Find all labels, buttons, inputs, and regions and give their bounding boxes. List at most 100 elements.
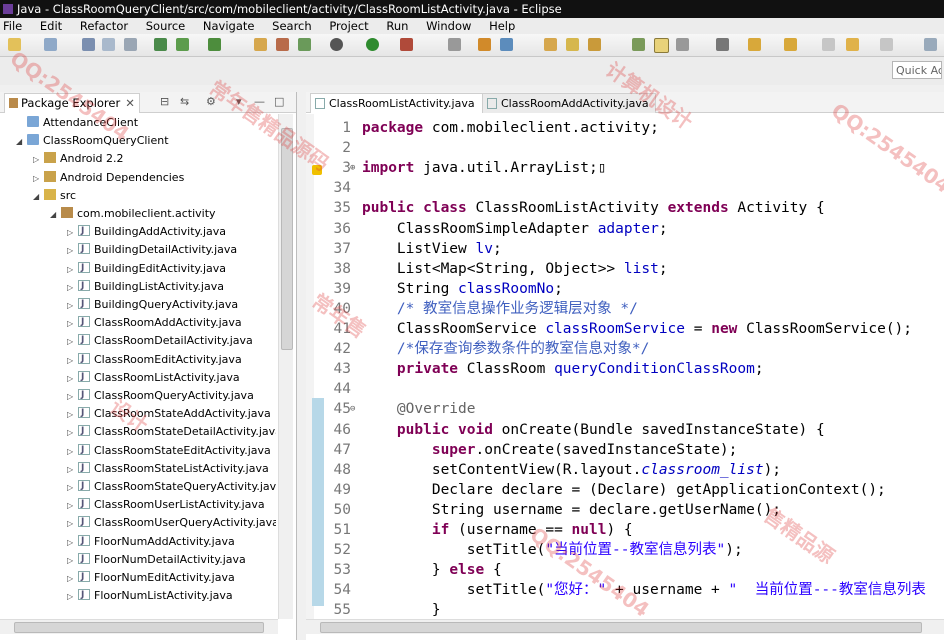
next-annotation-icon[interactable]	[748, 38, 761, 51]
collapsed-arrow-icon[interactable]: ▷	[67, 534, 78, 552]
tree-item[interactable]: ▷ ClassRoomEditActivity.java	[67, 350, 242, 370]
tree-item[interactable]: ▷ BuildingListActivity.java	[67, 277, 224, 297]
tree-vertical-scrollbar[interactable]	[278, 114, 293, 619]
tree-item[interactable]: ▷ ClassRoomAddActivity.java	[67, 313, 242, 333]
tree-item[interactable]: ▷ ClassRoomDetailActivity.java	[67, 331, 253, 350]
tree-item[interactable]: ▷ ClassRoomStateQueryActivity.java	[67, 477, 276, 496]
menu-project[interactable]: Project	[329, 19, 368, 33]
back-icon[interactable]	[822, 38, 835, 51]
tree-item[interactable]: ▷ FloorNumAddActivity.java	[67, 532, 235, 552]
block-selection-icon[interactable]	[716, 38, 729, 51]
tree-item[interactable]: ▷ BuildingQueryActivity.java	[67, 295, 238, 315]
warning-marker-icon[interactable]	[312, 165, 322, 175]
collapsed-arrow-icon[interactable]: ▷	[67, 497, 78, 515]
editor-horizontal-scrollbar[interactable]	[306, 619, 944, 634]
collapsed-arrow-icon[interactable]: ▷	[67, 352, 78, 370]
tree-item[interactable]: ▷ ClassRoomStateAddActivity.java	[67, 404, 271, 423]
collapsed-arrow-icon[interactable]: ▷	[67, 461, 78, 479]
open-project-icon[interactable]	[544, 38, 557, 51]
tree-item[interactable]: AttendanceClient	[16, 114, 138, 132]
fold-toggle-icon[interactable]: ⊖	[350, 399, 355, 419]
pen-icon[interactable]	[588, 38, 601, 51]
tree-item[interactable]: ▷ Android Dependencies	[33, 169, 184, 187]
menu-window[interactable]: Window	[426, 19, 471, 33]
scrollbar-thumb[interactable]	[320, 622, 922, 633]
tree-item[interactable]: ▷ BuildingDetailActivity.java	[67, 240, 237, 260]
tab-classroomlistactivity[interactable]: ClassRoomListActivity.java✕	[310, 93, 497, 113]
collapsed-arrow-icon[interactable]: ▷	[67, 388, 78, 406]
save-icon[interactable]	[82, 38, 95, 51]
run-external-icon[interactable]	[400, 38, 413, 51]
new-class-icon[interactable]	[298, 38, 311, 51]
previous-annotation-icon[interactable]	[784, 38, 797, 51]
open-type-icon[interactable]	[478, 38, 491, 51]
filter-icon[interactable]: ⚙	[206, 95, 216, 108]
tree-horizontal-scrollbar[interactable]	[0, 619, 278, 634]
tab-classroomaddactivity[interactable]: ClassRoomAddActivity.java	[482, 93, 656, 113]
tree-item[interactable]: ▷ FloorNumDetailActivity.java	[67, 550, 246, 570]
fold-toggle-icon[interactable]: ⊕	[350, 158, 355, 178]
new-wizard-icon[interactable]	[44, 38, 57, 51]
tree-item[interactable]: ◢ com.mobileclient.activity	[50, 205, 216, 223]
menu-edit[interactable]: Edit	[40, 19, 62, 33]
scrollbar-thumb[interactable]	[14, 622, 264, 633]
collapsed-arrow-icon[interactable]: ▷	[67, 279, 78, 297]
collapsed-arrow-icon[interactable]: ▷	[67, 588, 78, 606]
checkmark-icon[interactable]	[208, 38, 221, 51]
tree-item[interactable]: ▷ ClassRoomUserListActivity.java	[67, 495, 265, 515]
collapsed-arrow-icon[interactable]: ▷	[33, 151, 44, 169]
tree-item[interactable]: ▷ ClassRoomStateListActivity.java	[67, 459, 269, 479]
menu-run[interactable]: Run	[386, 19, 408, 33]
collapsed-arrow-icon[interactable]: ▷	[67, 424, 78, 442]
tree-item[interactable]: ▷ BuildingAddActivity.java	[67, 222, 226, 242]
collapse-all-icon[interactable]: ⊟	[160, 95, 169, 108]
tree-item[interactable]: ▷ ClassRoomStateDetailActivity.java	[67, 422, 276, 442]
open-resource-icon[interactable]	[500, 38, 513, 51]
new-icon[interactable]	[8, 38, 21, 51]
debug-icon[interactable]	[330, 38, 343, 51]
collapsed-arrow-icon[interactable]: ▷	[67, 443, 78, 461]
expanded-arrow-icon[interactable]: ◢	[33, 188, 44, 206]
collapsed-arrow-icon[interactable]: ▷	[67, 515, 78, 533]
view-menu-icon[interactable]: ▾	[236, 95, 242, 108]
tree-item[interactable]: ▷ FloorNumListActivity.java	[67, 586, 233, 606]
menu-refactor[interactable]: Refactor	[80, 19, 128, 33]
tree-item[interactable]: ◢ ClassRoomQueryClient	[16, 132, 169, 150]
expanded-arrow-icon[interactable]: ◢	[50, 206, 61, 224]
android-sdk-icon[interactable]	[154, 38, 167, 51]
minimize-icon[interactable]: —	[254, 95, 265, 108]
collapsed-arrow-icon[interactable]: ▷	[67, 297, 78, 315]
project-tree[interactable]: AttendanceClient ◢ ClassRoomQueryClient ▷ An…	[0, 114, 276, 614]
collapsed-arrow-icon[interactable]: ▷	[67, 370, 78, 388]
quick-access-input[interactable]: Quick Ac	[892, 61, 942, 79]
tree-item[interactable]: ▷ ClassRoomUserQueryActivity.java	[67, 513, 276, 533]
collapsed-arrow-icon[interactable]: ▷	[67, 261, 78, 279]
tree-item[interactable]: ▷ ClassRoomStateEditActivity.java	[67, 441, 271, 461]
save-all-icon[interactable]	[102, 38, 115, 51]
open-folder-icon[interactable]	[254, 38, 267, 51]
tree-item[interactable]: ▷ Android 2.2	[33, 150, 124, 168]
print-icon[interactable]	[124, 38, 137, 51]
mark-occurrences-icon[interactable]	[632, 38, 645, 51]
last-edit-icon[interactable]	[846, 38, 859, 51]
show-whitespace-icon[interactable]	[676, 38, 689, 51]
highlight-icon[interactable]	[654, 38, 669, 53]
expanded-arrow-icon[interactable]: ◢	[16, 133, 27, 151]
maximize-icon[interactable]: □	[274, 95, 284, 108]
collapsed-arrow-icon[interactable]: ▷	[67, 552, 78, 570]
menu-file[interactable]: File	[3, 19, 22, 33]
tree-item[interactable]: ◢ src	[33, 187, 76, 205]
folder-icon[interactable]	[566, 38, 579, 51]
collapsed-arrow-icon[interactable]: ▷	[33, 170, 44, 188]
link-with-editor-icon[interactable]: ⇆	[180, 95, 189, 108]
collapsed-arrow-icon[interactable]: ▷	[67, 224, 78, 242]
tree-item[interactable]: ▷ FloorNumEditActivity.java	[67, 568, 235, 588]
menu-source[interactable]: Source	[146, 19, 186, 33]
menu-search[interactable]: Search	[272, 19, 312, 33]
tree-item[interactable]: ▷ BuildingEditActivity.java	[67, 259, 226, 279]
search-icon[interactable]	[448, 38, 461, 51]
collapsed-arrow-icon[interactable]: ▷	[67, 570, 78, 588]
collapsed-arrow-icon[interactable]: ▷	[67, 315, 78, 333]
forward-icon[interactable]	[880, 38, 893, 51]
collapsed-arrow-icon[interactable]: ▷	[67, 242, 78, 260]
